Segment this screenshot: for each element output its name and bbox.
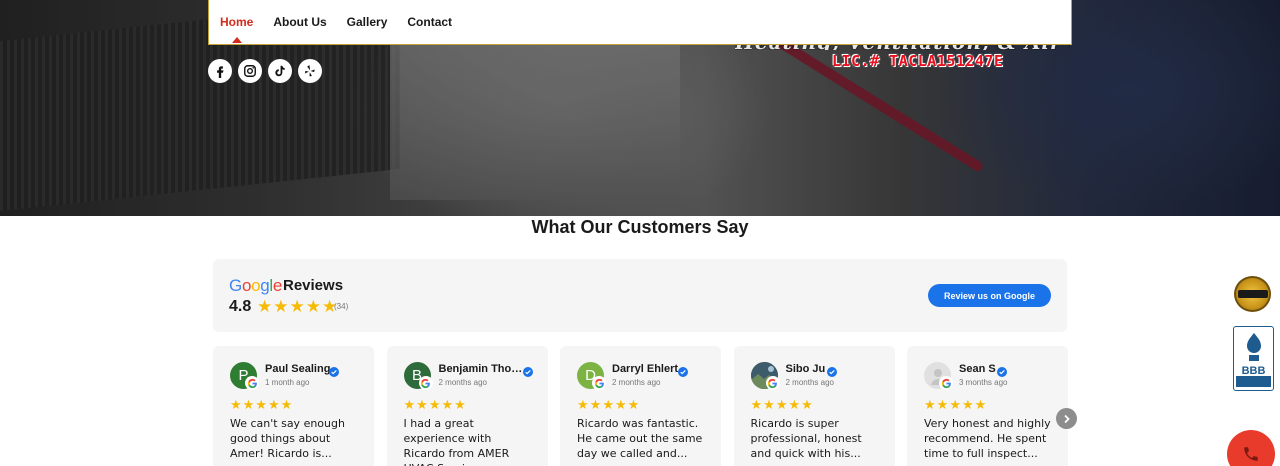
review-text: We can't say enough good things about Am… — [230, 417, 345, 460]
review-card[interactable]: Sean S 3 months ago ★ ★ ★ ★ ★ Very honest an… — [907, 346, 1068, 466]
review-date: 2 months ago — [785, 378, 834, 387]
nav-contact[interactable]: Contact — [407, 15, 452, 29]
bbb-torch-icon — [1247, 333, 1261, 361]
google-icon — [418, 376, 433, 390]
star-icon: ★ — [416, 397, 428, 412]
nav-gallery[interactable]: Gallery — [347, 15, 388, 29]
review-text: Very honest and highly recommend. He spe… — [924, 417, 1051, 460]
star-icon: ★ — [614, 397, 627, 412]
average-rating: 4.8 — [229, 298, 252, 315]
star-icon: ★ — [589, 397, 602, 412]
tiktok-icon[interactable] — [268, 59, 292, 83]
review-card[interactable]: Sibo Ju 2 months ago ★ ★ ★ ★ ★ Ricardo is su… — [733, 346, 895, 466]
review-stars: ★ ★ ★ ★ ★ — [404, 398, 466, 412]
star-icon: ★ — [750, 397, 763, 412]
yelp-icon[interactable] — [298, 59, 322, 83]
star-icon: ★ — [403, 397, 416, 412]
review-stars: ★ ★ ★ ★ ★ — [924, 398, 986, 412]
star-icon: ★ — [230, 397, 242, 412]
review-card[interactable]: D Darryl Ehlert 2 months ago ★ ★ ★ ★ ★ Ricar… — [560, 346, 721, 466]
social-links — [208, 59, 322, 83]
star-icon: ★ — [974, 397, 987, 412]
star-icon: ★ — [788, 397, 801, 412]
verified-icon — [826, 364, 837, 377]
star-icon: ★ — [255, 397, 267, 412]
review-date: 3 months ago — [959, 378, 1008, 387]
google-logo: Google — [229, 276, 283, 295]
reviewer-name[interactable]: Sibo Ju — [786, 363, 826, 375]
review-text: I had a great experience with Ricardo fr… — [403, 417, 510, 466]
review-stars: ★ ★ ★ ★ ★ — [230, 398, 292, 412]
phone-icon — [1244, 447, 1258, 461]
verified-icon — [997, 364, 1007, 377]
review-text: Ricardo was fantastic. He came out the s… — [577, 417, 703, 460]
star-icon: ★ — [961, 397, 974, 412]
star-icon: ★ — [273, 297, 289, 316]
star-icon: ★ — [289, 297, 305, 316]
reviews-heading: Reviews — [283, 277, 344, 294]
facebook-icon[interactable] — [208, 59, 232, 83]
star-icon: ★ — [454, 397, 466, 412]
phone-call-button[interactable] — [1227, 430, 1275, 466]
reviewer-name[interactable]: Benjamin Thompson — [439, 363, 527, 375]
star-icon: ★ — [242, 397, 255, 412]
nav-about-us[interactable]: About Us — [273, 15, 326, 29]
review-us-on-google-button[interactable]: Review us on Google — [928, 284, 1051, 307]
star-icon: ★ — [775, 397, 788, 412]
reviewer-name[interactable]: Paul Sealing — [265, 363, 330, 375]
star-icon: ★ — [577, 397, 589, 412]
review-stars: ★ ★ ★ ★ ★ — [577, 398, 639, 412]
star-icon: ★ — [801, 397, 813, 412]
star-icon: ★ — [257, 297, 273, 316]
star-icon: ★ — [441, 397, 454, 412]
chevron-right-icon[interactable] — [1056, 408, 1077, 429]
review-date: 2 months ago — [438, 378, 487, 387]
review-card[interactable]: P Paul Sealing 1 month ago ★ ★ ★ ★ ★ We can'… — [213, 346, 374, 466]
review-card[interactable]: B Benjamin Thompson 2 months ago ★★★★★ I… — [386, 346, 548, 466]
instagram-icon[interactable] — [238, 59, 262, 83]
business-award-badge[interactable] — [1234, 276, 1271, 312]
google-icon — [245, 376, 259, 390]
main-nav: Home About Us Gallery Contact — [208, 0, 1072, 45]
review-date: 1 month ago — [265, 378, 310, 387]
rating-stars: ★ ★ ★ ★ ★ — [257, 298, 337, 316]
star-icon: ★ — [936, 397, 949, 412]
star-icon: ★ — [280, 397, 293, 412]
review-count: (34) — [334, 302, 349, 311]
star-icon: ★ — [602, 397, 614, 412]
google-icon — [939, 376, 953, 390]
star-icon: ★ — [949, 397, 961, 412]
verified-icon — [678, 364, 688, 377]
star-icon: ★ — [924, 397, 936, 412]
verified-icon — [329, 364, 339, 377]
star-icon: ★ — [627, 397, 640, 412]
reviews-summary-panel: Google Reviews 4.8 ★ ★ ★ ★ ★ (34) Review… — [213, 259, 1067, 332]
review-cards: P Paul Sealing 1 month ago ★ ★ ★ ★ ★ We can'… — [213, 346, 1068, 466]
review-date: 2 months ago — [612, 378, 661, 387]
google-icon — [592, 376, 606, 390]
license-number: LIC.# TACLA151247E — [832, 52, 1004, 70]
star-icon: ★ — [305, 297, 321, 316]
review-stars: ★ ★ ★ ★ ★ — [751, 398, 813, 412]
reviewer-name[interactable]: Darryl Ehlert — [612, 363, 678, 375]
star-icon: ★ — [267, 397, 280, 412]
nav-home[interactable]: Home — [220, 15, 253, 29]
verified-icon — [522, 364, 533, 377]
bbb-accredited-badge[interactable]: BBB — [1233, 326, 1274, 391]
section-title: What Our Customers Say — [531, 217, 749, 237]
reviewer-name[interactable]: Sean S — [959, 363, 996, 375]
star-icon: ★ — [763, 397, 775, 412]
star-icon: ★ — [428, 397, 441, 412]
review-text: Ricardo is super professional, honest an… — [750, 417, 862, 460]
google-icon — [765, 376, 780, 390]
